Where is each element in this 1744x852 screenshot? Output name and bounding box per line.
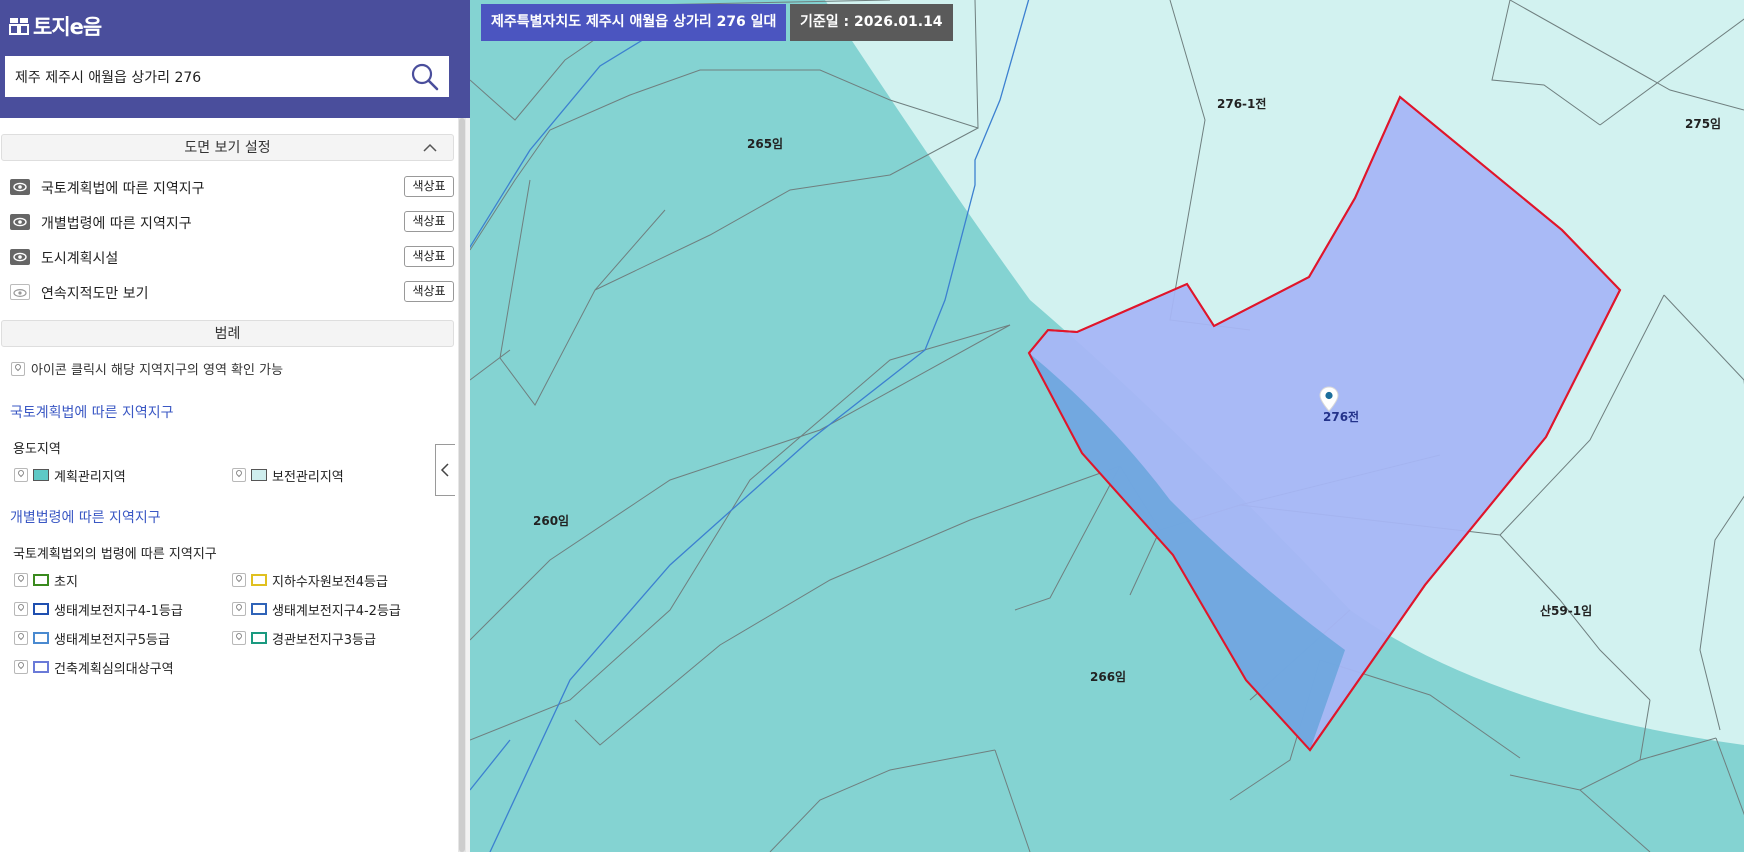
pin-icon[interactable] (14, 660, 28, 674)
layer-label: 연속지적도만 보기 (41, 286, 149, 302)
legend-swatch (33, 603, 49, 615)
legend-item-label: 초지 (54, 574, 78, 590)
legend-swatch (33, 574, 49, 586)
scrollbar-thumb[interactable] (459, 118, 465, 852)
legend-group-title: 개별법령에 따른 지역지구 (10, 510, 161, 526)
layer-row-urban-facility: 도시계획시설 색상표 (0, 243, 456, 271)
eye-icon[interactable] (10, 284, 30, 300)
search-icon[interactable] (409, 61, 441, 93)
chevron-left-icon (440, 463, 449, 477)
color-table-button[interactable]: 색상표 (404, 211, 454, 232)
legend-swatch (33, 469, 49, 481)
legend-item-label: 경관보전지구3등급 (272, 632, 376, 648)
legend-item: 보전관리지역 (232, 466, 344, 485)
eye-icon[interactable] (10, 249, 30, 265)
legend-group-title: 국토계획법에 따른 지역지구 (10, 405, 174, 421)
legend-swatch (251, 469, 267, 481)
parcel-label: 260임 (533, 514, 570, 528)
legend-item: 경관보전지구3등급 (232, 629, 376, 648)
legend-item-label: 지하수자원보전4등급 (272, 574, 388, 590)
layer-label: 도시계획시설 (41, 251, 119, 267)
logo[interactable]: 토지e음 (9, 12, 102, 40)
layer-row-individual-law: 개별법령에 따른 지역지구 색상표 (0, 208, 456, 236)
color-table-button[interactable]: 색상표 (404, 246, 454, 267)
eye-icon[interactable] (10, 214, 30, 230)
reference-date-badge: 기준일 : 2026.01.14 (790, 4, 953, 41)
parcel-label: 산59-1임 (1540, 604, 1593, 618)
legend-item: 초지 (14, 571, 78, 590)
side-panel: 토지e음 제주 제주시 애월읍 상가리 276 도면 보기 설정 국토계획법에 … (0, 0, 470, 852)
logo-text: 토지e음 (33, 15, 102, 39)
legend-swatch (33, 632, 49, 644)
legend-item-label: 생태계보전지구4-2등급 (272, 603, 401, 619)
map-view[interactable]: 276-1전 275임 265임 260임 266임 산59-1임 276전 제… (470, 0, 1744, 852)
panel-collapse-button[interactable] (435, 444, 455, 496)
legend-item: 생태계보전지구5등급 (14, 629, 170, 648)
pin-icon[interactable] (232, 573, 246, 587)
layer-label: 국토계획법에 따른 지역지구 (41, 181, 205, 197)
chevron-up-icon[interactable] (423, 141, 437, 155)
pin-icon[interactable] (14, 573, 28, 587)
legend-title: 범례 (214, 326, 241, 342)
legend-swatch (33, 661, 49, 673)
legend-swatch (251, 574, 267, 586)
view-settings-title: 도면 보기 설정 (184, 140, 271, 156)
color-table-button[interactable]: 색상표 (404, 176, 454, 197)
legend-item-label: 생태계보전지구5등급 (54, 632, 170, 648)
layer-row-cadastral-only: 연속지적도만 보기 색상표 (0, 278, 456, 306)
legend-swatch (251, 632, 267, 644)
legend-item-label: 건축계획심의대상구역 (54, 661, 174, 677)
pin-icon[interactable] (232, 468, 246, 482)
color-table-button[interactable]: 색상표 (404, 281, 454, 302)
eye-icon[interactable] (10, 179, 30, 195)
legend-item: 계획관리지역 (14, 466, 126, 485)
view-settings-header[interactable]: 도면 보기 설정 (1, 134, 454, 161)
legend-subtitle: 국토계획법외의 법령에 따른 지역지구 (13, 547, 217, 562)
search-input[interactable]: 제주 제주시 애월읍 상가리 276 (15, 67, 201, 87)
legend-item: 생태계보전지구4-2등급 (232, 600, 401, 619)
legend-note-text: 아이콘 클릭시 해당 지역지구의 영역 확인 가능 (31, 363, 284, 378)
pin-icon[interactable] (232, 602, 246, 616)
parcel-label: 266임 (1090, 670, 1127, 684)
legend-subtitle: 용도지역 (13, 442, 61, 457)
legend-item: 생태계보전지구4-1등급 (14, 600, 183, 619)
layer-row-national-plan: 국토계획법에 따른 지역지구 색상표 (0, 173, 456, 201)
layer-label: 개별법령에 따른 지역지구 (41, 216, 192, 232)
location-pin-icon[interactable] (1319, 386, 1339, 412)
pin-icon[interactable] (14, 631, 28, 645)
pin-icon[interactable] (14, 468, 28, 482)
legend-item: 지하수자원보전4등급 (232, 571, 388, 590)
legend-note: 아이콘 클릭시 해당 지역지구의 영역 확인 가능 (11, 359, 283, 378)
legend-item-label: 보전관리지역 (272, 469, 344, 485)
parcel-label: 265임 (747, 137, 784, 151)
pin-icon[interactable] (14, 602, 28, 616)
legend-item-label: 생태계보전지구4-1등급 (54, 603, 183, 619)
panel-header: 토지e음 제주 제주시 애월읍 상가리 276 (0, 0, 470, 118)
legend-header: 범례 (1, 320, 454, 347)
search-box: 제주 제주시 애월읍 상가리 276 (5, 56, 449, 97)
legend-item: 건축계획심의대상구역 (14, 658, 174, 677)
legend-swatch (251, 603, 267, 615)
pin-icon (11, 361, 25, 376)
address-badge: 제주특별자치도 제주시 애월읍 상가리 276 일대 (481, 4, 787, 41)
legend-item-label: 계획관리지역 (54, 469, 126, 485)
logo-mark-icon (9, 18, 29, 35)
parcel-label: 276-1전 (1217, 97, 1267, 111)
pin-icon[interactable] (232, 631, 246, 645)
app: 토지e음 제주 제주시 애월읍 상가리 276 도면 보기 설정 국토계획법에 … (0, 0, 1744, 852)
parcel-label: 275임 (1685, 117, 1722, 131)
panel-scrollbar[interactable] (458, 118, 466, 852)
map-canvas[interactable] (470, 0, 1744, 852)
